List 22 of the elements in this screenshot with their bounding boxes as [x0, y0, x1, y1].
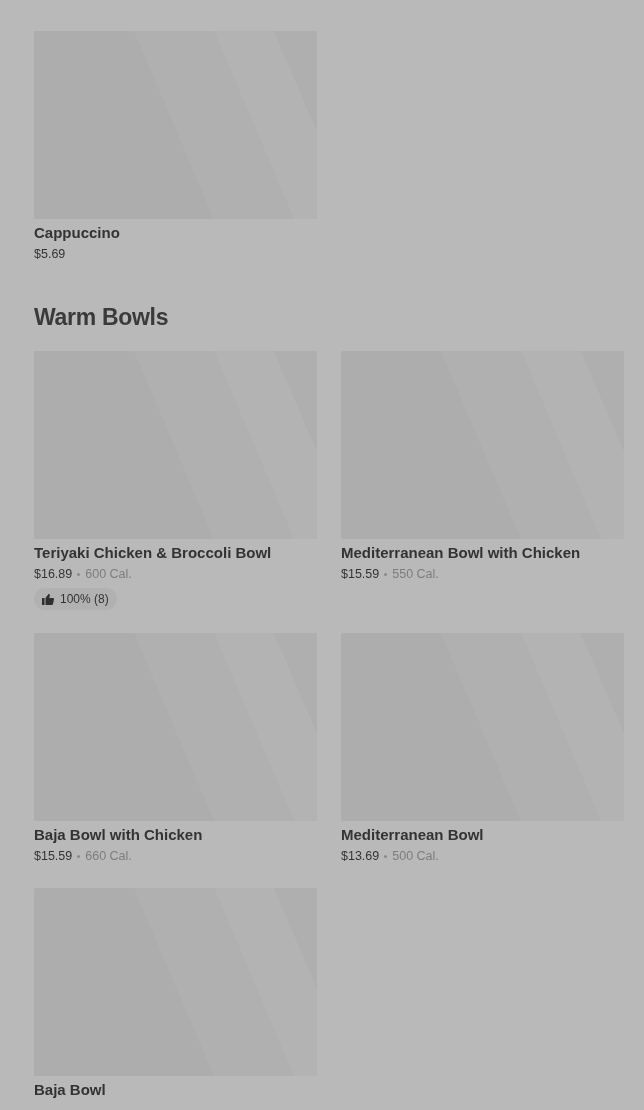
item-price: $15.59 — [34, 848, 73, 865]
thumbs-up-icon — [42, 593, 54, 605]
item-price: $16.89 — [34, 566, 73, 583]
item-name[interactable]: Mediterranean Bowl — [341, 826, 484, 844]
separator-dot-icon — [384, 572, 388, 576]
item-name[interactable]: Cappuccino — [34, 224, 120, 242]
separator-dot-icon — [77, 854, 81, 858]
item-name[interactable]: Baja Bowl with Chicken — [34, 826, 203, 844]
item-calories: 500 Cal. — [392, 848, 439, 865]
section-title: Warm Bowls — [34, 303, 170, 331]
item-name[interactable]: Teriyaki Chicken & Broccoli Bowl — [34, 544, 272, 562]
rating-text: 100% (8) — [60, 591, 109, 608]
item-price: $5.69 — [34, 246, 66, 263]
item-name[interactable]: Baja Bowl — [34, 1081, 106, 1099]
item-calories: 660 Cal. — [85, 848, 132, 865]
item-name[interactable]: Mediterranean Bowl with Chicken — [341, 544, 581, 562]
item-calories: 550 Cal. — [392, 566, 439, 583]
item-price: $13.69 — [341, 848, 380, 865]
item-price: $15.59 — [341, 566, 380, 583]
separator-dot-icon — [77, 572, 81, 576]
item-calories: 600 Cal. — [85, 566, 132, 583]
separator-dot-icon — [384, 854, 388, 858]
